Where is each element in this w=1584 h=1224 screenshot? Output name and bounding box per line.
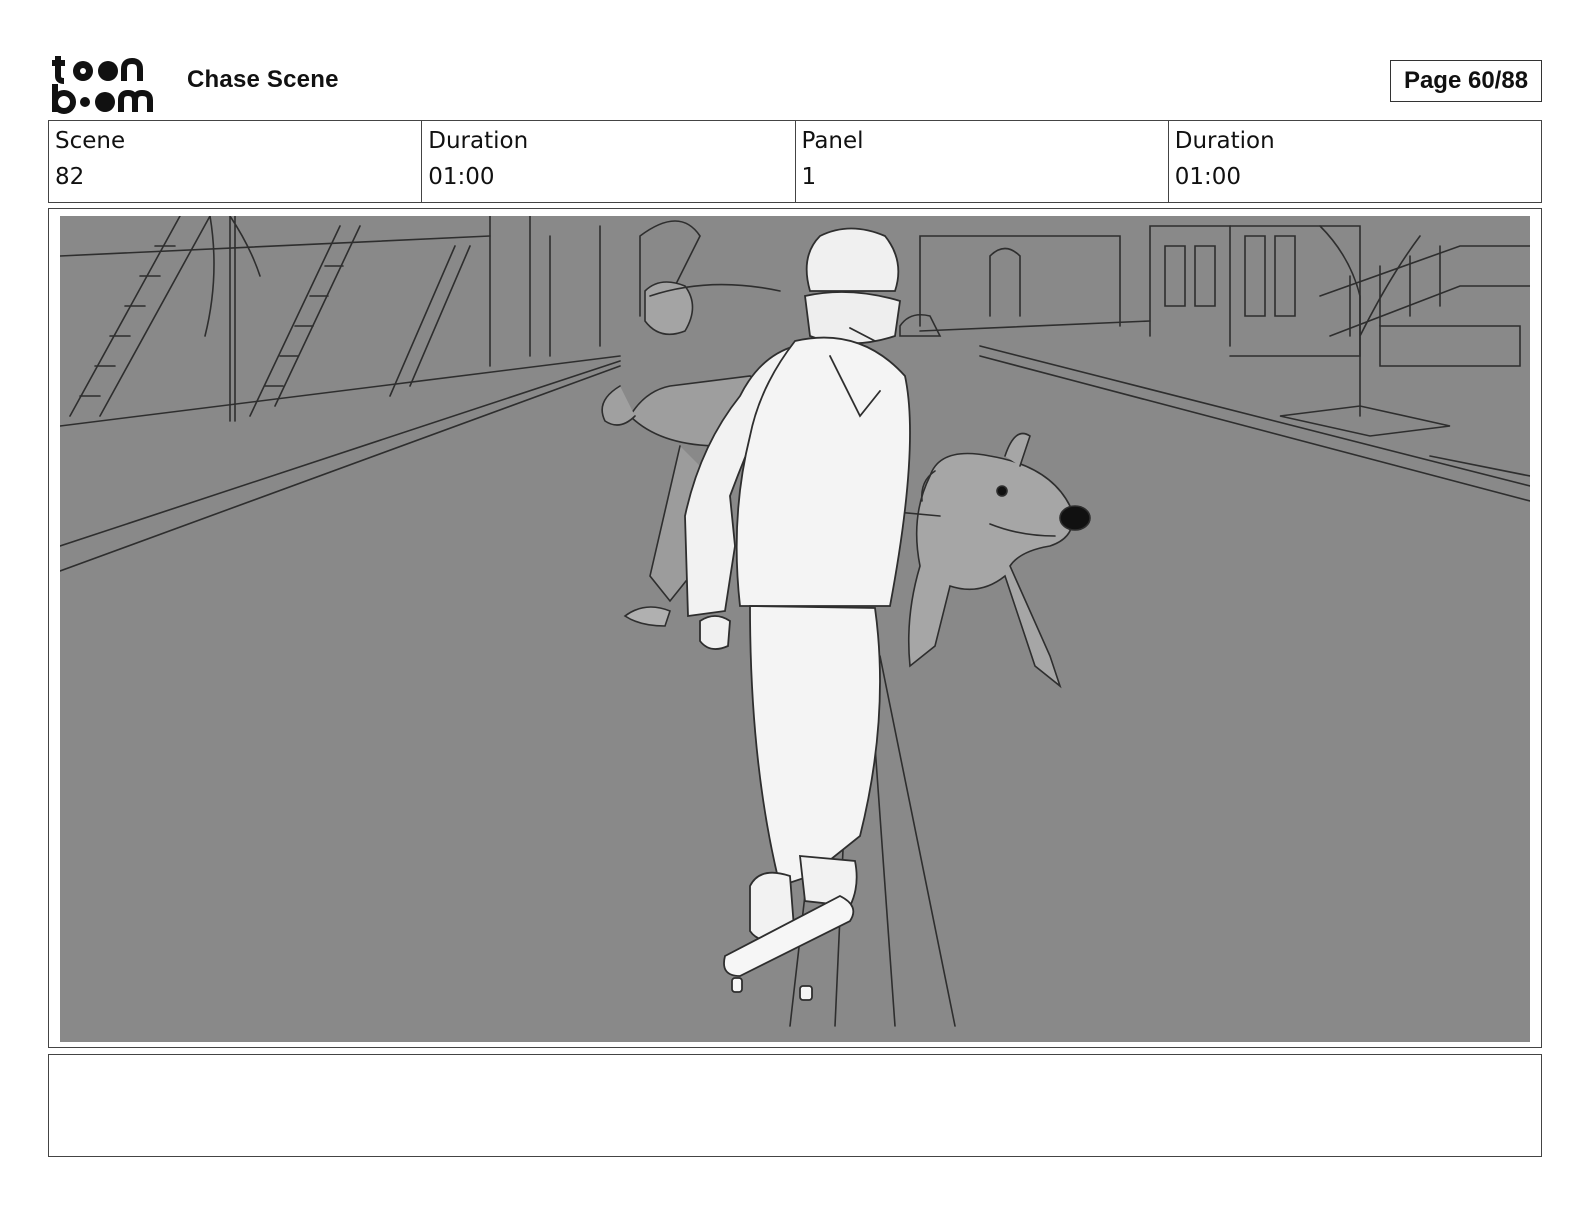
- scene-duration-label: Duration: [428, 128, 529, 154]
- scene-value: 82: [55, 164, 85, 190]
- panel-cell: Panel 1: [796, 121, 1169, 202]
- scene-cell: Scene 82: [49, 121, 423, 202]
- panel-notes-box[interactable]: [48, 1054, 1542, 1157]
- scene-info-table: Scene 82 Duration 01:00 Panel 1 Duration…: [48, 120, 1542, 203]
- scene-duration-cell: Duration 01:00: [422, 121, 796, 202]
- document-title: Chase Scene: [187, 66, 339, 93]
- panel-label: Panel: [801, 128, 864, 154]
- page-indicator: Page 60/88: [1390, 60, 1542, 102]
- street-chase-sketch: [60, 216, 1530, 1042]
- panel-duration-cell: Duration 01:00: [1169, 121, 1541, 202]
- toon-boom-logo: [50, 50, 166, 114]
- scene-duration-value: 01:00: [428, 164, 495, 190]
- panel-duration-label: Duration: [1174, 128, 1275, 154]
- storyboard-panel-image: [60, 216, 1530, 1042]
- panel-duration-value: 01:00: [1174, 164, 1242, 190]
- panel-value: 1: [801, 164, 817, 190]
- scene-label: Scene: [55, 128, 126, 154]
